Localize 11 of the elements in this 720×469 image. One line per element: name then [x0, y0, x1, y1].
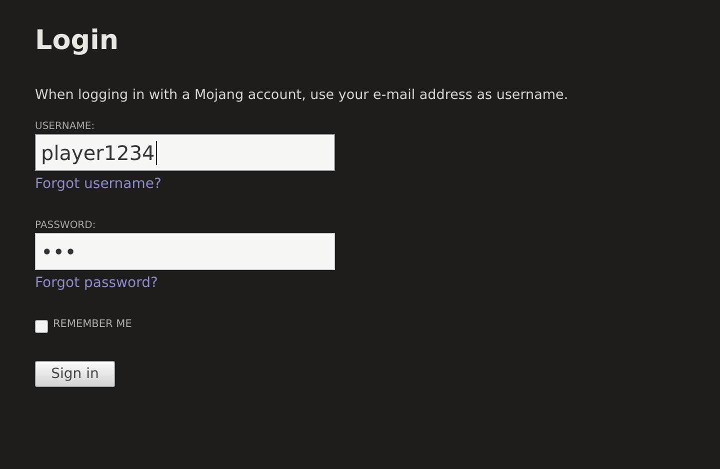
remember-checkbox[interactable] — [35, 320, 48, 333]
login-hint: When logging in with a Mojang account, use your e-mail address as username. — [35, 86, 568, 104]
field-label: USERNAME: — [35, 121, 95, 133]
input-field[interactable]: ••• — [35, 233, 335, 270]
forgot-link[interactable]: Forgot username? — [35, 175, 162, 193]
page-title: Login — [35, 24, 119, 58]
sign-in-button[interactable]: Sign in — [35, 361, 115, 387]
forgot-link[interactable]: Forgot password? — [35, 274, 158, 292]
input-field[interactable]: player1234 — [35, 134, 335, 171]
field-label: PASSWORD: — [35, 220, 96, 232]
remember-label: REMEMBER ME — [53, 318, 132, 330]
